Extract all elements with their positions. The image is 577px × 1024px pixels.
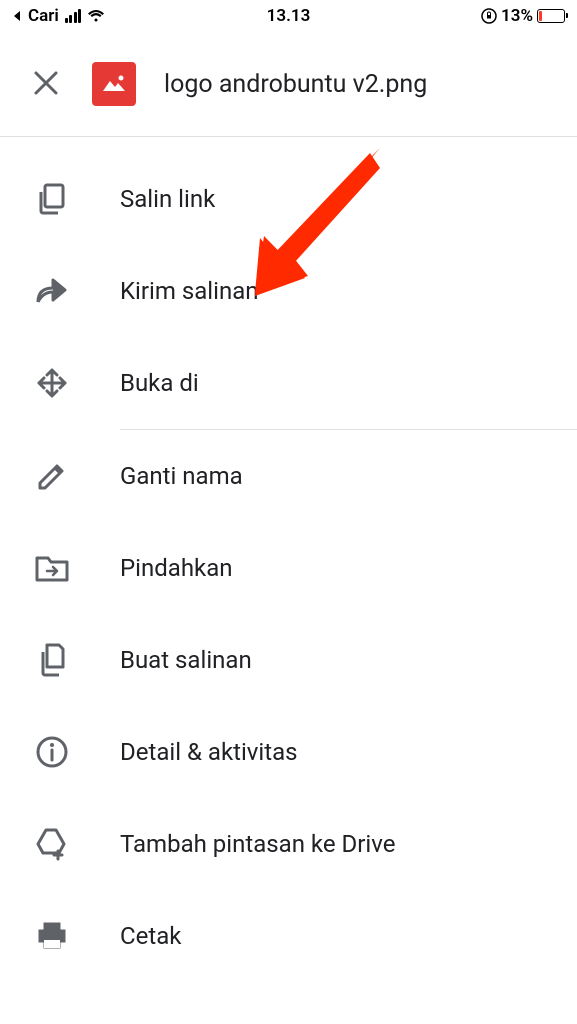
- details-icon: [34, 734, 70, 770]
- details[interactable]: Detail & aktivitas: [0, 706, 577, 798]
- print[interactable]: Cetak: [0, 890, 577, 982]
- carrier-label: Cari: [28, 6, 59, 26]
- status-left: Cari: [12, 6, 105, 26]
- close-button[interactable]: [28, 65, 64, 104]
- make-copy-label: Buat salinan: [120, 646, 252, 674]
- move[interactable]: Pindahkan: [0, 522, 577, 614]
- print-label: Cetak: [120, 922, 181, 950]
- copy-link[interactable]: Salin link: [0, 153, 577, 245]
- move-icon: [34, 550, 70, 586]
- rename-icon: [34, 458, 70, 494]
- battery-icon: [537, 9, 565, 23]
- add-shortcut-label: Tambah pintasan ke Drive: [120, 830, 395, 858]
- wifi-icon: [87, 9, 105, 23]
- send-copy[interactable]: Kirim salinan: [0, 245, 577, 337]
- close-icon: [32, 69, 60, 97]
- back-chevron-icon: [12, 10, 22, 22]
- menu-list: Salin link Kirim salinan Buka di Ganti n…: [0, 137, 577, 982]
- send-copy-label: Kirim salinan: [120, 277, 259, 305]
- open-in[interactable]: Buka di: [0, 337, 577, 429]
- open-in-label: Buka di: [120, 369, 199, 397]
- details-label: Detail & aktivitas: [120, 738, 298, 766]
- copy-link-icon: [34, 181, 70, 217]
- move-label: Pindahkan: [120, 554, 233, 582]
- lock-rotation-icon: [481, 8, 497, 24]
- time-label: 13.13: [267, 6, 311, 26]
- open-in-icon: [34, 365, 70, 401]
- battery-percent: 13%: [501, 6, 533, 26]
- status-right: 13%: [481, 6, 565, 26]
- make-copy[interactable]: Buat salinan: [0, 614, 577, 706]
- header: logo androbuntu v2.png: [0, 32, 577, 137]
- file-name: logo androbuntu v2.png: [164, 70, 427, 99]
- status-bar: Cari 13.13 13%: [0, 0, 577, 32]
- file-type-icon: [92, 62, 136, 106]
- print-icon: [34, 918, 70, 954]
- send-copy-icon: [34, 273, 70, 309]
- rename[interactable]: Ganti nama: [0, 430, 577, 522]
- add-shortcut[interactable]: Tambah pintasan ke Drive: [0, 798, 577, 890]
- rename-label: Ganti nama: [120, 462, 243, 490]
- copy-link-label: Salin link: [120, 185, 215, 213]
- make-copy-icon: [34, 642, 70, 678]
- signal-icon: [65, 9, 82, 23]
- add-shortcut-icon: [34, 826, 70, 862]
